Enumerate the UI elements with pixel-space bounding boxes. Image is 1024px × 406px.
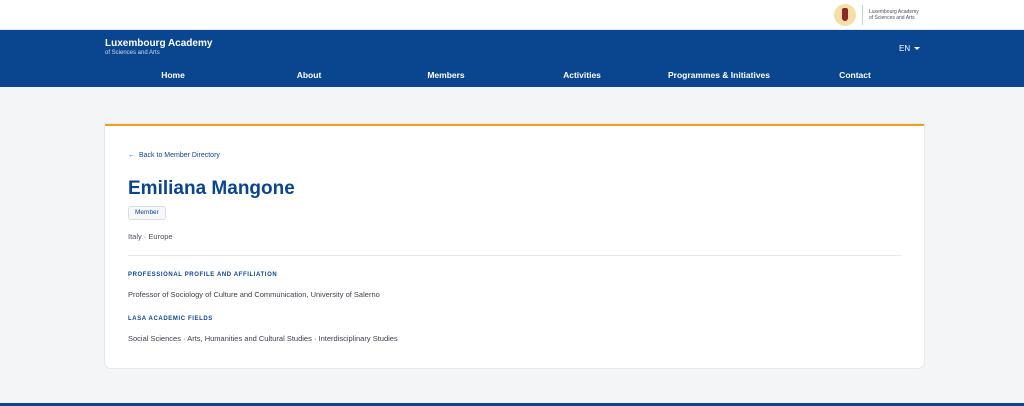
site-header: Luxembourg Academy of Sciences and Arts … bbox=[0, 30, 1024, 87]
arrow-left-icon: ← bbox=[128, 152, 135, 159]
top-bar: Luxembourg Academy of Sciences and Arts bbox=[0, 0, 1024, 30]
logo-divider bbox=[862, 5, 863, 25]
brand-subtitle: of Sciences and Arts bbox=[105, 50, 160, 56]
affiliation-heading: PROFESSIONAL PROFILE AND AFFILIATION bbox=[128, 272, 278, 278]
member-location: Italy · Europe bbox=[128, 232, 173, 241]
back-to-directory-link[interactable]: ← Back to Member Directory bbox=[128, 152, 220, 159]
language-label: EN bbox=[899, 44, 911, 53]
brand[interactable]: Luxembourg Academy of Sciences and Arts bbox=[105, 38, 212, 57]
academic-fields-heading: LASA ACADEMIC FIELDS bbox=[128, 316, 213, 322]
main-nav: Home About Members Activities Programmes… bbox=[105, 70, 923, 82]
nav-item-contact[interactable]: Contact bbox=[839, 70, 871, 80]
chevron-down-icon bbox=[914, 47, 921, 50]
brand-name: Luxembourg Academy bbox=[105, 38, 213, 49]
nav-item-about[interactable]: About bbox=[297, 70, 322, 80]
nav-item-programmes[interactable]: Programmes & Initiatives bbox=[668, 70, 770, 80]
academy-logo[interactable]: Luxembourg Academy of Sciences and Arts bbox=[834, 4, 929, 26]
logo-text: Luxembourg Academy of Sciences and Arts bbox=[869, 9, 929, 21]
member-profile-card: ← Back to Member Directory Emiliana Mang… bbox=[105, 124, 924, 368]
nav-item-home[interactable]: Home bbox=[161, 70, 185, 80]
back-link-label: Back to Member Directory bbox=[139, 152, 220, 159]
academic-fields-text: Social Sciences · Arts, Humanities and C… bbox=[128, 334, 398, 343]
member-name: Emiliana Mangone bbox=[128, 178, 295, 199]
affiliation-text: Professor of Sociology of Culture and Co… bbox=[128, 290, 380, 299]
section-divider bbox=[128, 255, 901, 256]
nav-item-activities[interactable]: Activities bbox=[563, 70, 601, 80]
academy-seal-icon bbox=[834, 4, 856, 26]
language-selector[interactable]: EN bbox=[899, 44, 921, 53]
logo-text-line2: of Sciences and Arts bbox=[869, 15, 915, 21]
member-badge: Member bbox=[128, 206, 166, 220]
nav-item-members[interactable]: Members bbox=[427, 70, 464, 80]
